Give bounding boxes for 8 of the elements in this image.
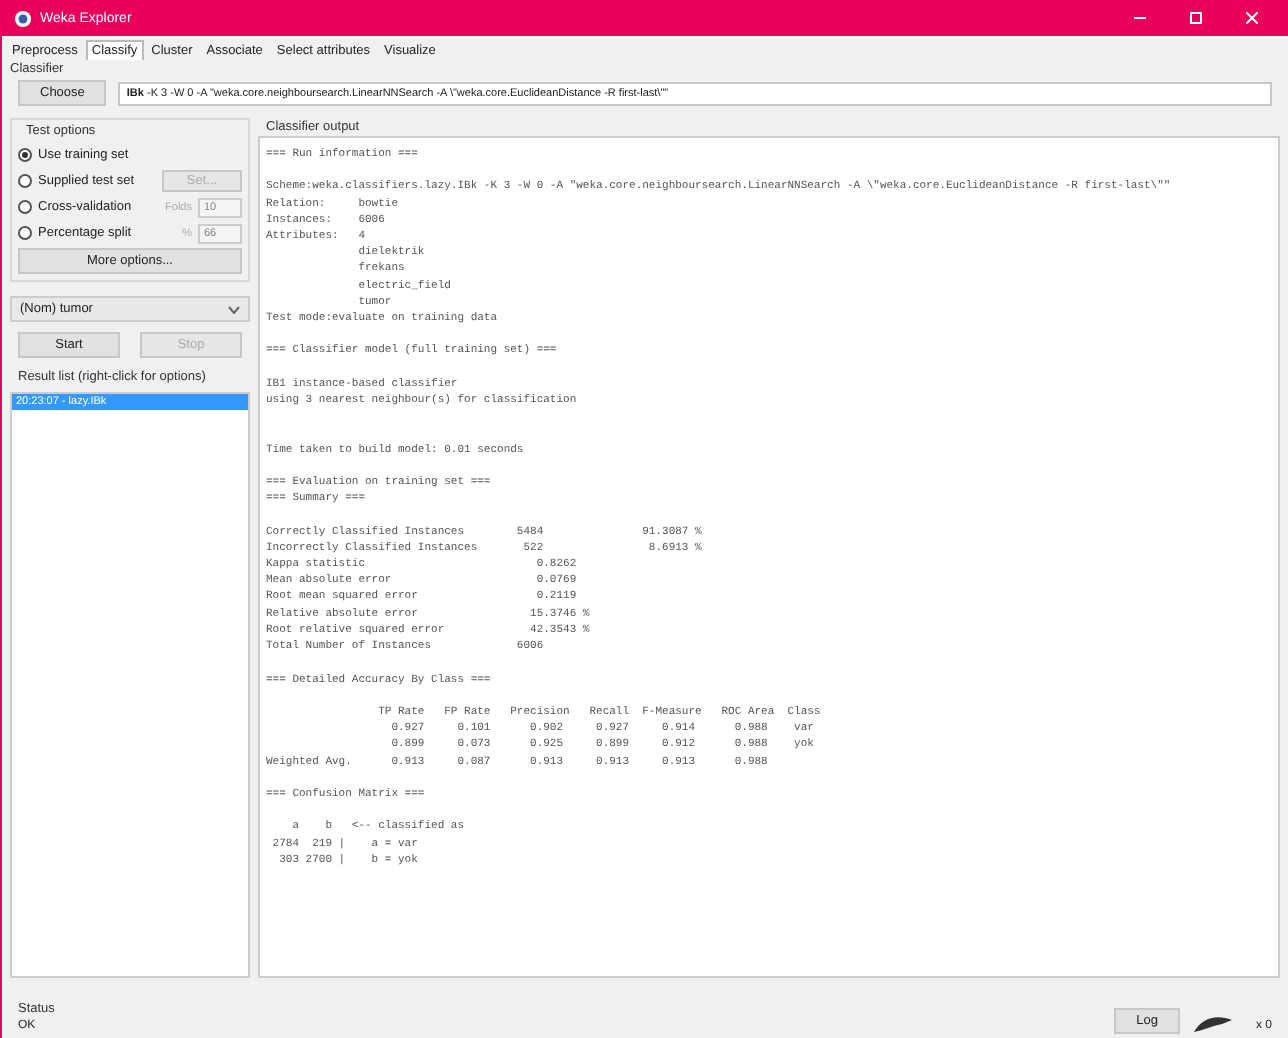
radio-button[interactable] xyxy=(18,174,32,188)
maximize-icon[interactable] xyxy=(1190,12,1202,24)
radio-button[interactable] xyxy=(18,200,32,214)
radio-button[interactable] xyxy=(18,226,32,240)
minimize-icon[interactable] xyxy=(1134,12,1146,24)
caret-icon xyxy=(228,305,240,313)
close-icon[interactable] xyxy=(1246,12,1258,24)
radio-button[interactable] xyxy=(18,148,32,162)
